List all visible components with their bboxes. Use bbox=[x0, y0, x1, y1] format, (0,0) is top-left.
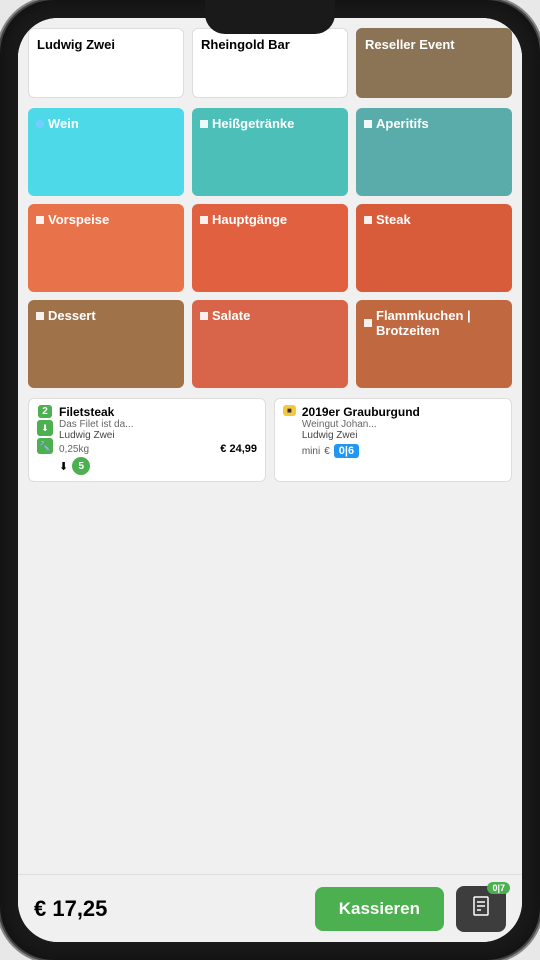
dessert-label: Dessert bbox=[48, 308, 96, 323]
category-vorspeise[interactable]: Vorspeise bbox=[28, 204, 184, 292]
category-steak[interactable]: Steak bbox=[356, 204, 512, 292]
person-card-1[interactable]: Rheingold Bar bbox=[192, 28, 348, 98]
vorspeise-dot bbox=[36, 216, 44, 224]
wein-euro: € bbox=[324, 446, 330, 457]
person-cards-row: Ludwig Zwei Rheingold Bar Reseller Event bbox=[28, 28, 512, 98]
category-dessert[interactable]: Dessert bbox=[28, 300, 184, 388]
filetsteak-badge: 2 bbox=[38, 405, 52, 418]
aperitifs-dot bbox=[364, 120, 372, 128]
kassieren-button[interactable]: Kassieren bbox=[315, 887, 444, 931]
steak-label: Steak bbox=[376, 212, 411, 227]
filetsteak-qty: 5 bbox=[72, 457, 90, 475]
category-salate[interactable]: Salate bbox=[192, 300, 348, 388]
person-name-2: Reseller Event bbox=[365, 37, 455, 52]
filetsteak-icon1: ⬇ bbox=[37, 420, 53, 436]
filetsteak-icon2: 🔧 bbox=[37, 438, 53, 454]
bottom-bar: € 17,25 Kassieren 0|7 bbox=[18, 874, 522, 942]
filetsteak-weight: 0,25kg bbox=[59, 444, 89, 455]
filetsteak-person: Ludwig Zwei bbox=[59, 430, 257, 441]
person-card-2[interactable]: Reseller Event bbox=[356, 28, 512, 98]
vorspeise-label: Vorspeise bbox=[48, 212, 109, 227]
steak-dot bbox=[364, 216, 372, 224]
person-name-0: Ludwig Zwei bbox=[37, 37, 115, 52]
flamm-dot bbox=[364, 319, 372, 327]
wein-mini: mini bbox=[302, 446, 320, 457]
filetsteak-price: € 24,99 bbox=[220, 443, 257, 455]
order-item-filetsteak[interactable]: 2 ⬇ 🔧 Filetsteak Das Filet ist da... Lud… bbox=[28, 398, 266, 482]
flamm-label: Flammkuchen | Brotzeiten bbox=[376, 308, 504, 338]
receipt-icon bbox=[470, 895, 492, 922]
order-items-row: 2 ⬇ 🔧 Filetsteak Das Filet ist da... Lud… bbox=[28, 398, 512, 482]
person-card-0[interactable]: Ludwig Zwei bbox=[28, 28, 184, 98]
salate-label: Salate bbox=[212, 308, 250, 323]
heiss-label: Heißgetränke bbox=[212, 116, 294, 131]
heiss-dot bbox=[200, 120, 208, 128]
haupt-label: Hauptgänge bbox=[212, 212, 287, 227]
filetsteak-down-icon: ⬇ bbox=[59, 460, 68, 473]
category-hauptgaenge[interactable]: Hauptgänge bbox=[192, 204, 348, 292]
content-scroll: Ludwig Zwei Rheingold Bar Reseller Event bbox=[18, 18, 522, 874]
dessert-dot bbox=[36, 312, 44, 320]
category-heissgetraenke[interactable]: Heißgetränke bbox=[192, 108, 348, 196]
wein-person: Ludwig Zwei bbox=[302, 430, 503, 441]
wein-badge: ■ bbox=[283, 405, 296, 416]
receipt-badge: 0|7 bbox=[487, 882, 510, 894]
wein-qty: 0|6 bbox=[334, 444, 359, 458]
filetsteak-desc: Das Filet ist da... bbox=[59, 419, 257, 430]
category-wein[interactable]: Wein bbox=[28, 108, 184, 196]
wein-label: Wein bbox=[48, 116, 79, 131]
wein-name: 2019er Grauburgund bbox=[302, 405, 503, 419]
person-name-1: Rheingold Bar bbox=[201, 37, 290, 52]
filetsteak-name: Filetsteak bbox=[59, 405, 257, 419]
haupt-dot bbox=[200, 216, 208, 224]
salate-dot bbox=[200, 312, 208, 320]
wein-dot bbox=[36, 120, 44, 128]
category-grid: Wein Heißgetränke Aperitifs bbox=[28, 108, 512, 388]
category-aperitifs[interactable]: Aperitifs bbox=[356, 108, 512, 196]
aperitifs-label: Aperitifs bbox=[376, 116, 429, 131]
receipt-button[interactable]: 0|7 bbox=[456, 886, 506, 932]
order-item-wein[interactable]: ■ 2019er Grauburgund Weingut Johan... Lu… bbox=[274, 398, 512, 482]
total-price: € 17,25 bbox=[34, 896, 303, 922]
wein-desc: Weingut Johan... bbox=[302, 419, 503, 430]
category-flammkuchen[interactable]: Flammkuchen | Brotzeiten bbox=[356, 300, 512, 388]
